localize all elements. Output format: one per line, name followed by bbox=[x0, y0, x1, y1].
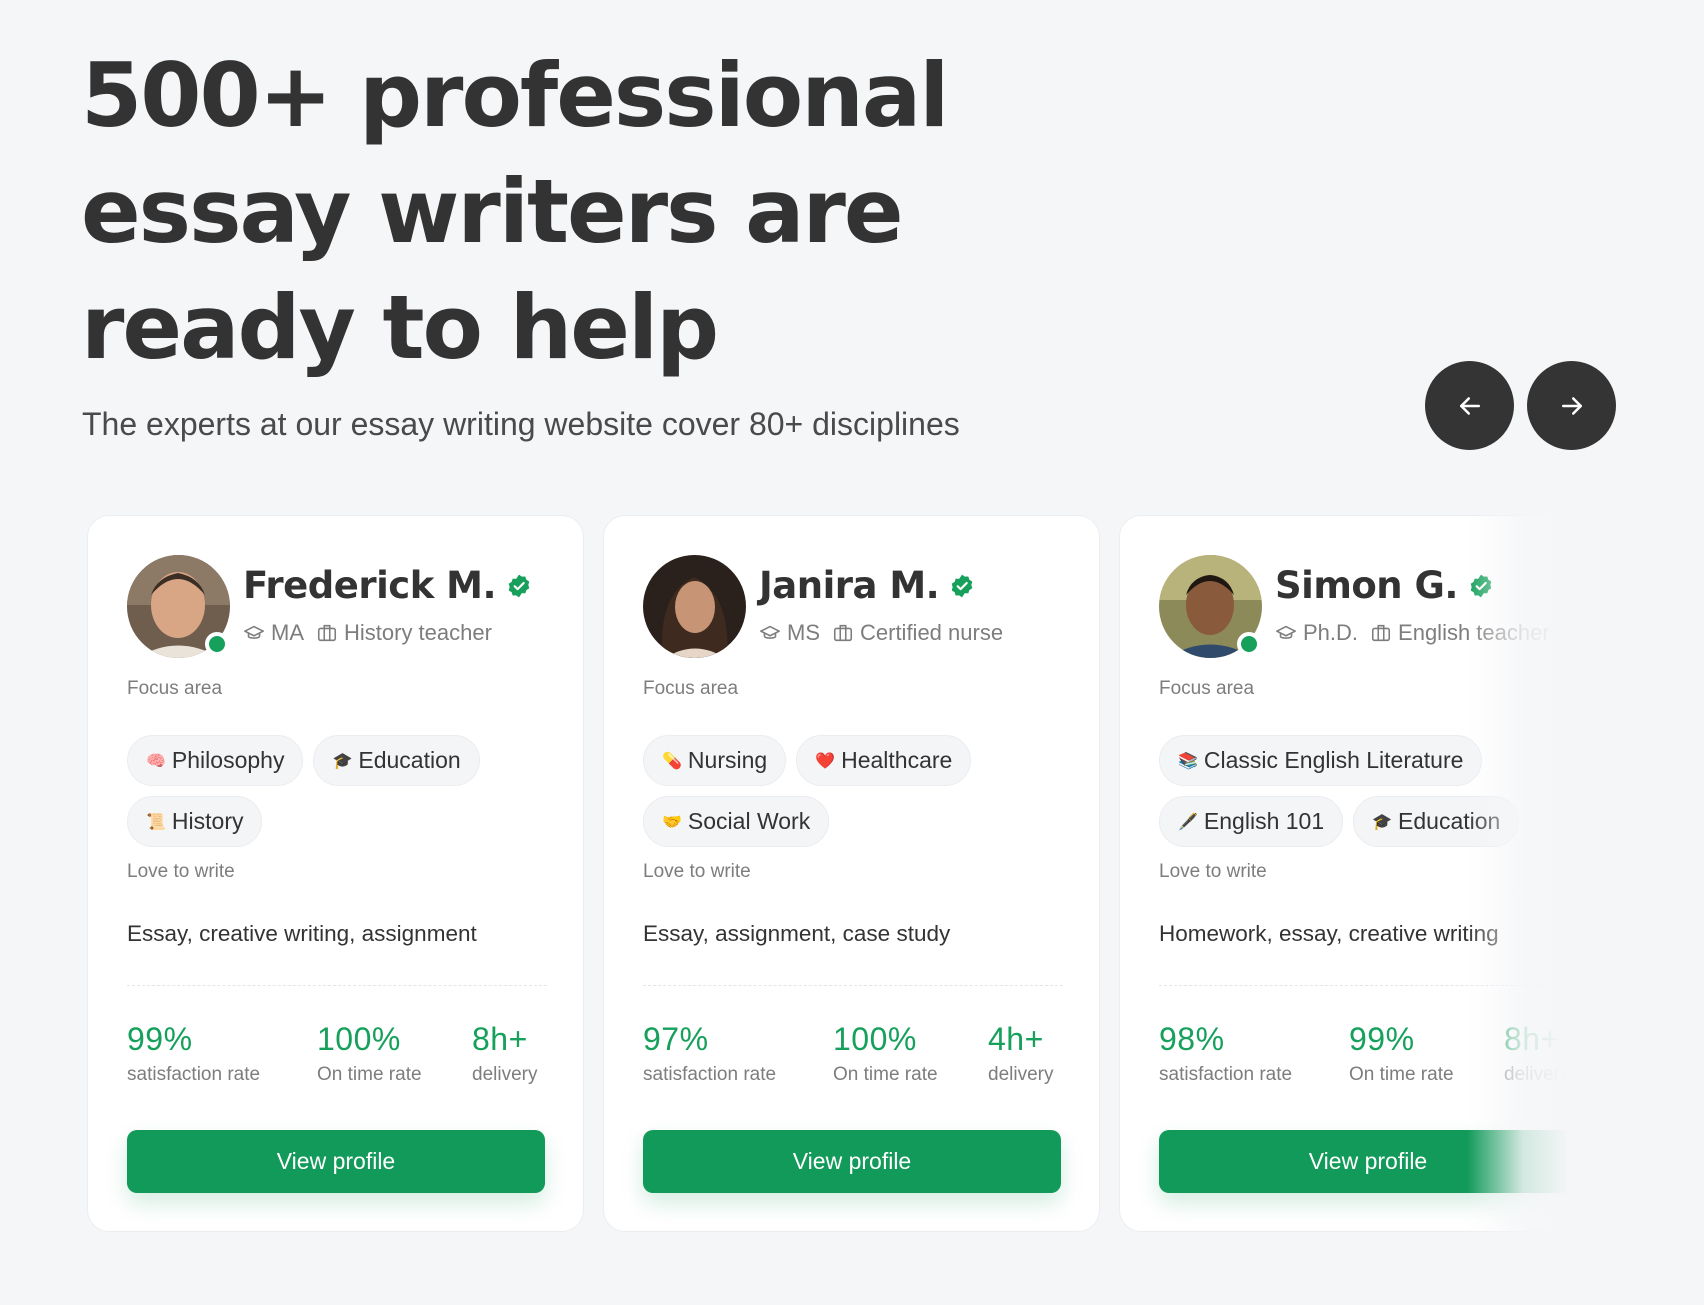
love-to-write-value: Homework, essay, creative writing bbox=[1159, 921, 1499, 946]
on-time-stat: 99% On time rate bbox=[1349, 1021, 1454, 1085]
writer-role: History teacher bbox=[344, 620, 492, 645]
carousel-next-button[interactable] bbox=[1527, 361, 1616, 450]
handshake-icon: 🤝 bbox=[662, 813, 682, 831]
heart-icon: ❤️ bbox=[815, 752, 836, 770]
delivery-stat: 8h+ delivery bbox=[1504, 1021, 1569, 1085]
writer-role: Certified nurse bbox=[860, 620, 1004, 645]
love-to-write-label: Love to write bbox=[1159, 861, 1267, 882]
love-to-write-value: Essay, creative writing, assignment bbox=[127, 921, 477, 946]
focus-tag: 📜 History bbox=[127, 796, 263, 847]
avatar bbox=[643, 555, 746, 658]
graduation-cap-icon bbox=[243, 622, 265, 644]
satisfaction-stat: 98% satisfaction rate bbox=[1159, 1021, 1293, 1085]
focus-tag: 📚 Classic English Literature bbox=[1159, 735, 1483, 786]
focus-tag: ❤️ Healthcare bbox=[796, 735, 972, 786]
books-icon: 📚 bbox=[1178, 752, 1198, 770]
writers-section: 500+ professional essay writers are read… bbox=[0, 0, 1704, 1305]
focus-tag: 🤝 Social Work bbox=[643, 796, 830, 847]
view-profile-button[interactable]: View profile bbox=[127, 1130, 545, 1193]
focus-tag: 🖋️ English 101 bbox=[1159, 796, 1344, 847]
focus-tags: 📚 Classic English Literature 🖋️ English 10… bbox=[1159, 735, 1569, 847]
graduation-cap-icon: 🎓 bbox=[332, 752, 353, 770]
graduation-cap-icon: 🎓 bbox=[1372, 813, 1393, 831]
divider bbox=[127, 985, 547, 986]
arrow-left-icon bbox=[1459, 396, 1480, 415]
focus-area-label: Focus area bbox=[643, 678, 739, 699]
focus-tags: 💊 Nursing ❤️ Healthcare 🤝 Social Work bbox=[643, 735, 1083, 847]
writer-name: Frederick M. bbox=[243, 564, 497, 607]
on-time-stat: 100% On time rate bbox=[833, 1021, 938, 1085]
focus-tags: 🧠 Philosophy 🎓 Education 📜 History bbox=[127, 735, 567, 847]
writer-degree: Ph.D. bbox=[1303, 620, 1359, 645]
online-status-dot bbox=[1237, 632, 1261, 656]
delivery-stat: 8h+ delivery bbox=[472, 1021, 538, 1085]
delivery-stat: 4h+ delivery bbox=[988, 1021, 1054, 1085]
online-status-dot bbox=[205, 632, 229, 656]
graduation-cap-icon bbox=[1275, 622, 1297, 644]
view-profile-button[interactable]: View profile bbox=[1159, 1130, 1569, 1193]
divider bbox=[1159, 985, 1569, 986]
writer-card: Janira M. MS Certified nurse Focus area … bbox=[603, 515, 1100, 1232]
writer-role: English teacher bbox=[1398, 620, 1550, 645]
graduation-cap-icon bbox=[759, 622, 781, 644]
divider bbox=[643, 985, 1063, 986]
scroll-icon: 📜 bbox=[146, 813, 166, 831]
love-to-write-label: Love to write bbox=[127, 861, 235, 882]
briefcase-icon bbox=[832, 622, 854, 644]
on-time-stat: 100% On time rate bbox=[317, 1021, 422, 1085]
writer-card: Simon G. Ph.D. English teacher Focus are… bbox=[1119, 515, 1569, 1232]
brain-icon: 🧠 bbox=[146, 752, 166, 770]
page-title: 500+ professional essay writers are read… bbox=[81, 44, 949, 379]
briefcase-icon bbox=[316, 622, 338, 644]
arrow-right-icon bbox=[1561, 396, 1582, 415]
verified-badge-icon bbox=[1470, 574, 1492, 597]
satisfaction-stat: 97% satisfaction rate bbox=[643, 1021, 777, 1085]
verified-badge-icon bbox=[951, 574, 973, 597]
focus-tag: 🎓 Education bbox=[1353, 796, 1520, 847]
writers-carousel[interactable]: Frederick M. MA History teacher Focus ar… bbox=[87, 515, 1569, 1235]
writer-name: Janira M. bbox=[759, 564, 940, 607]
focus-area-label: Focus area bbox=[127, 678, 223, 699]
verified-badge-icon bbox=[508, 574, 530, 597]
focus-tag: 🎓 Education bbox=[313, 735, 480, 786]
carousel-prev-button[interactable] bbox=[1425, 361, 1514, 450]
pen-icon: 🖋️ bbox=[1178, 813, 1198, 831]
love-to-write-label: Love to write bbox=[643, 861, 751, 882]
writer-degree: MA bbox=[271, 620, 304, 645]
view-profile-button[interactable]: View profile bbox=[643, 1130, 1061, 1193]
page-subtitle: The experts at our essay writing website… bbox=[82, 406, 960, 442]
writer-degree: MS bbox=[787, 620, 820, 645]
writer-card: Frederick M. MA History teacher Focus ar… bbox=[87, 515, 584, 1232]
focus-tag: 💊 Nursing bbox=[643, 735, 787, 786]
pill-icon: 💊 bbox=[662, 752, 682, 770]
love-to-write-value: Essay, assignment, case study bbox=[643, 921, 951, 946]
satisfaction-stat: 99% satisfaction rate bbox=[127, 1021, 261, 1085]
focus-area-label: Focus area bbox=[1159, 678, 1255, 699]
briefcase-icon bbox=[1370, 622, 1392, 644]
focus-tag: 🧠 Philosophy bbox=[127, 735, 304, 786]
writer-name: Simon G. bbox=[1275, 564, 1458, 607]
